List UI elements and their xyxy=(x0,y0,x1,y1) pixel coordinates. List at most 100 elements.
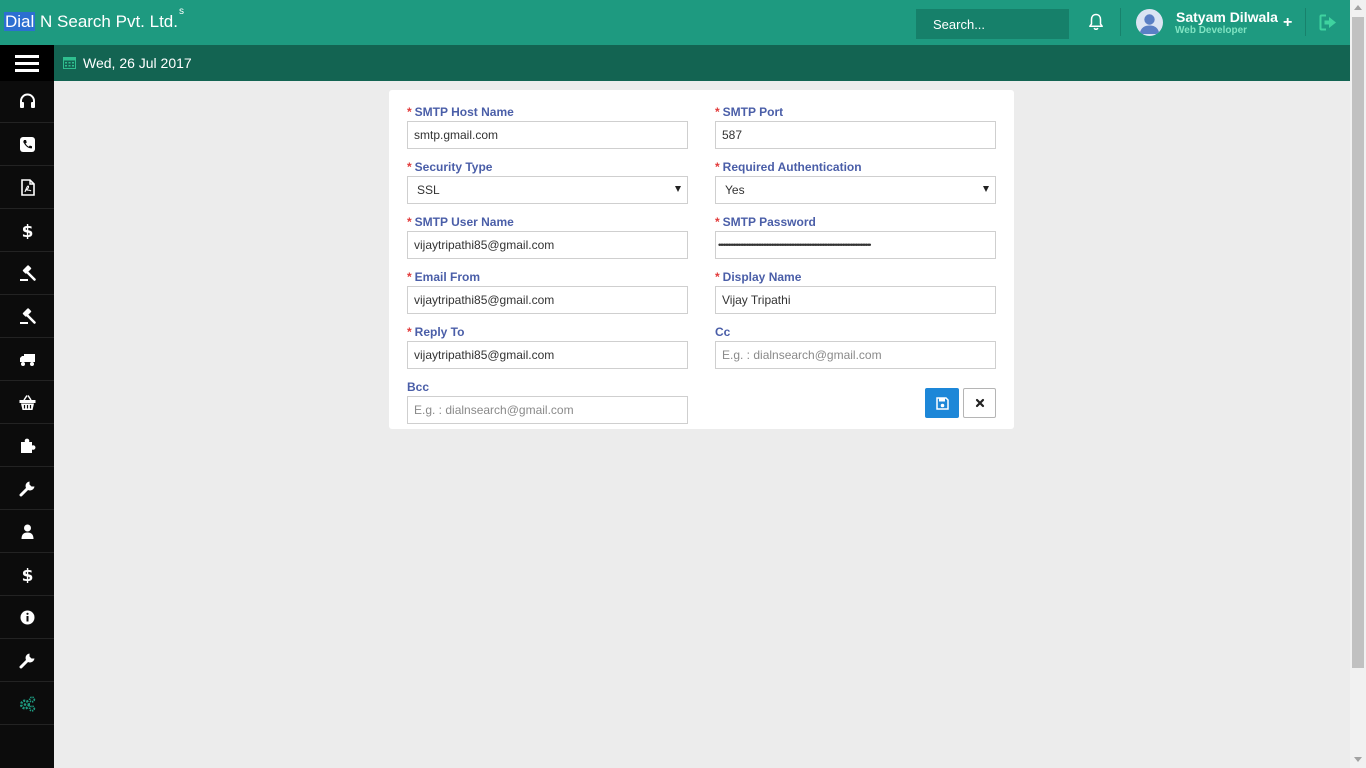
sidebar-item-phone[interactable] xyxy=(0,124,54,166)
basket-icon xyxy=(19,395,35,410)
required-marker: * xyxy=(407,215,412,229)
label-text: Bcc xyxy=(407,380,430,394)
calendar-icon xyxy=(63,57,76,69)
security-type-select[interactable]: SSL xyxy=(407,176,688,204)
security-type-value: SSL xyxy=(417,183,440,197)
sidebar-item-shop[interactable] xyxy=(0,382,54,424)
phone-icon xyxy=(19,137,35,152)
label-text: Security Type xyxy=(414,160,493,174)
sidebar: $ $ xyxy=(0,81,54,768)
dollar-icon: $ xyxy=(21,566,33,583)
info-icon xyxy=(20,610,34,625)
sidebar-item-plugins[interactable] xyxy=(0,425,54,467)
logout-icon[interactable] xyxy=(1319,14,1337,31)
brand-name: N Search Pvt. Ltd. xyxy=(35,12,178,31)
divider xyxy=(1120,8,1121,36)
label-text: SMTP User Name xyxy=(414,215,514,229)
save-icon xyxy=(935,396,949,410)
menu-toggle[interactable] xyxy=(0,45,54,81)
dropdown-arrow-icon xyxy=(675,186,681,192)
smtp-password-label: * SMTP Password xyxy=(715,215,816,229)
brand-highlight: Dial xyxy=(4,12,36,31)
label-text: Cc xyxy=(715,325,731,339)
search-input[interactable] xyxy=(916,9,1069,39)
divider xyxy=(1305,8,1306,36)
plus-icon[interactable]: + xyxy=(1283,14,1292,32)
sidebar-item-users[interactable] xyxy=(0,511,54,553)
required-marker: * xyxy=(407,325,412,339)
required-marker: * xyxy=(715,105,720,119)
required-marker: * xyxy=(407,160,412,174)
bcc-label: Bcc xyxy=(407,380,429,394)
cancel-button[interactable] xyxy=(963,388,996,418)
sidebar-item-billing[interactable]: $ xyxy=(0,210,54,252)
label-text: Reply To xyxy=(414,325,465,339)
svg-text:$: $ xyxy=(21,566,33,583)
label-text: SMTP Port xyxy=(722,105,784,119)
label-text: SMTP Password xyxy=(722,215,816,229)
email-from-label: * Email From xyxy=(407,270,480,284)
pdf-icon xyxy=(20,179,35,196)
wrench-icon xyxy=(19,653,34,669)
sidebar-item-finance[interactable]: $ xyxy=(0,554,54,596)
sub-bar xyxy=(54,45,1350,81)
headset-icon xyxy=(19,93,35,108)
smtp-password-input[interactable] xyxy=(715,231,996,259)
sidebar-item-settings[interactable] xyxy=(0,640,54,682)
sidebar-item-info[interactable] xyxy=(0,597,54,639)
user-name[interactable]: Satyam Dilwala xyxy=(1176,9,1278,25)
email-from-input[interactable] xyxy=(407,286,688,314)
hamburger-icon[interactable] xyxy=(15,55,39,72)
smtp-user-input[interactable] xyxy=(407,231,688,259)
required-marker: * xyxy=(715,270,720,284)
sidebar-item-support[interactable] xyxy=(0,81,54,123)
required-auth-select[interactable]: Yes xyxy=(715,176,996,204)
smtp-port-input[interactable] xyxy=(715,121,996,149)
required-marker: * xyxy=(407,270,412,284)
label-text: Required Authentication xyxy=(722,160,862,174)
scroll-down-arrow-icon[interactable] xyxy=(1354,757,1362,762)
smtp-user-label: * SMTP User Name xyxy=(407,215,514,229)
current-date: Wed, 26 Jul 2017 xyxy=(83,55,192,71)
bell-icon[interactable] xyxy=(1088,13,1104,31)
label-text: Email From xyxy=(414,270,481,284)
required-marker: * xyxy=(715,215,720,229)
user-role: Web Developer xyxy=(1175,25,1248,36)
bcc-input[interactable] xyxy=(407,396,688,424)
smtp-host-label: * SMTP Host Name xyxy=(407,105,514,119)
cogs-icon xyxy=(19,696,35,712)
required-auth-label: * Required Authentication xyxy=(715,160,862,174)
user-avatar-icon xyxy=(1139,14,1160,34)
sidebar-item-legal[interactable] xyxy=(0,253,54,295)
user-icon xyxy=(21,524,33,539)
avatar[interactable] xyxy=(1136,9,1163,36)
required-marker: * xyxy=(715,160,720,174)
sidebar-item-tools[interactable] xyxy=(0,468,54,510)
brand-superscript: s xyxy=(178,6,184,18)
top-bar: Dial N Search Pvt. Ltd.s Satyam Dilwala … xyxy=(0,0,1350,45)
brand-logo[interactable]: Dial N Search Pvt. Ltd.s xyxy=(4,6,184,32)
reply-to-input[interactable] xyxy=(407,341,688,369)
scroll-up-arrow-icon[interactable] xyxy=(1354,5,1362,10)
scrollbar-thumb[interactable] xyxy=(1352,17,1364,668)
cc-input[interactable] xyxy=(715,341,996,369)
label-text: Display Name xyxy=(722,270,802,284)
smtp-host-input[interactable] xyxy=(407,121,688,149)
required-marker: * xyxy=(407,105,412,119)
dollar-icon: $ xyxy=(21,222,33,239)
display-name-label: * Display Name xyxy=(715,270,801,284)
close-icon xyxy=(975,398,984,408)
sidebar-item-pdf[interactable] xyxy=(0,167,54,209)
sidebar-item-auction[interactable] xyxy=(0,296,54,338)
sidebar-item-delivery[interactable] xyxy=(0,339,54,381)
security-type-label: * Security Type xyxy=(407,160,492,174)
gavel-icon xyxy=(19,308,36,324)
sidebar-item-configuration[interactable] xyxy=(0,683,54,725)
smtp-port-label: * SMTP Port xyxy=(715,105,783,119)
display-name-input[interactable] xyxy=(715,286,996,314)
required-auth-value: Yes xyxy=(725,183,745,197)
save-button[interactable] xyxy=(925,388,959,418)
truck-icon xyxy=(19,354,35,366)
smtp-settings-card: *SMTP Host Name *SMTP Port *Security Typ… xyxy=(389,90,1014,429)
gavel-icon xyxy=(19,265,36,281)
